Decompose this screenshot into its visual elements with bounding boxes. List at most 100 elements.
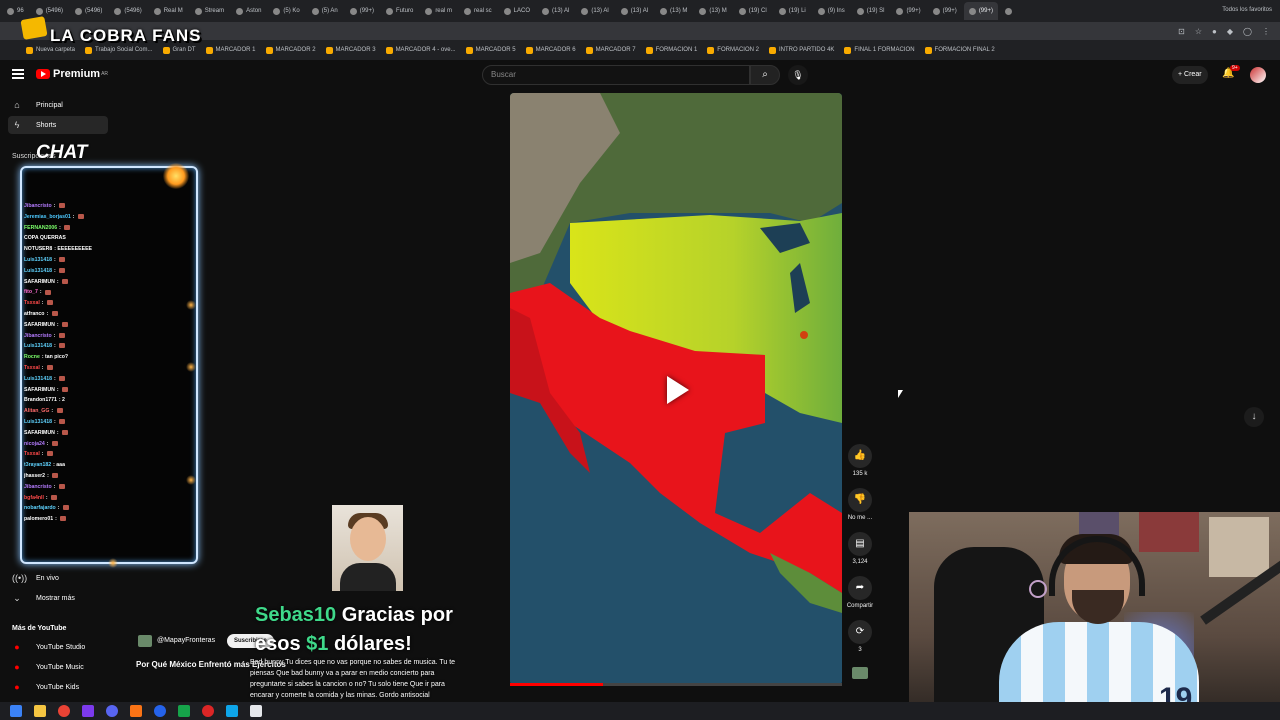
browser-tab[interactable]: (5496): [70, 2, 107, 20]
bookmark-item[interactable]: Trabajo Social Com...: [85, 46, 153, 54]
browser-tab[interactable]: real sc: [459, 2, 497, 20]
browser-tab[interactable]: Futuro: [381, 2, 418, 20]
browser-tab[interactable]: (99+): [891, 2, 925, 20]
all-bookmarks[interactable]: Todos los favoritos: [1222, 0, 1272, 20]
app-icon[interactable]: [250, 705, 262, 717]
tab-favicon-icon: [968, 7, 976, 15]
browser-tab[interactable]: Stream: [190, 2, 229, 20]
browser-tab[interactable]: (9) Ins: [813, 2, 850, 20]
browser-tab[interactable]: 96: [2, 2, 29, 20]
sound-thumbnail[interactable]: [845, 667, 875, 679]
browser-tab[interactable]: (19) Cl: [734, 2, 772, 20]
chat-username: Luis131418: [24, 375, 52, 382]
share-button[interactable]: ➦ Compartir: [845, 576, 875, 609]
menu-dots-icon[interactable]: ⋮: [1262, 27, 1270, 36]
tab-label: (9) Ins: [827, 8, 845, 14]
browser-tab[interactable]: (13) M: [694, 2, 731, 20]
sidebar-item-music[interactable]: ● YouTube Music: [8, 658, 108, 676]
sidebar-item-studio[interactable]: ● YouTube Studio: [8, 638, 108, 656]
search-input[interactable]: Buscar: [482, 65, 750, 85]
bookmark-item[interactable]: FINAL 1 FORMACION: [844, 46, 915, 54]
like-button[interactable]: 👍 135 k: [845, 444, 875, 477]
chrome-icon[interactable]: [58, 705, 70, 717]
dislike-button[interactable]: 👎 No me ...: [845, 488, 875, 521]
puzzle-icon[interactable]: ◆: [1227, 27, 1233, 36]
bookmark-item[interactable]: FORMACION 1: [645, 46, 697, 54]
tab-label: (13) Al: [630, 8, 649, 14]
browser-tab[interactable]: (99+): [963, 2, 998, 20]
app-icon[interactable]: [130, 705, 142, 717]
youtube-logo[interactable]: Premium AR: [36, 68, 108, 80]
app-icon[interactable]: [154, 705, 166, 717]
browser-tab[interactable]: real m: [420, 2, 457, 20]
youtube-music-icon: ●: [14, 662, 20, 672]
discord-icon[interactable]: [106, 705, 118, 717]
browser-tab[interactable]: (13) M: [655, 2, 692, 20]
bookmark-item[interactable]: FORMACION FINAL 2: [924, 46, 995, 54]
sidebar-item-live[interactable]: ((•)) En vivo: [8, 569, 108, 587]
sidebar-show-more[interactable]: ⌄ Mostrar más: [8, 589, 108, 607]
sidebar-item-shorts[interactable]: ϟ Shorts: [8, 116, 108, 134]
sidebar-item-label: Mostrar más: [36, 594, 75, 602]
chat-separator: :: [56, 278, 61, 285]
browser-tab[interactable]: (13) Al: [616, 2, 653, 20]
browser-tab[interactable]: (99+): [345, 2, 379, 20]
avatar[interactable]: [1250, 67, 1266, 83]
bookmark-item[interactable]: MARCADOR 5: [465, 46, 516, 54]
bookmark-item[interactable]: INTRO PARTIDO 4K: [768, 46, 834, 54]
browser-tab[interactable]: [1000, 2, 1020, 20]
chat-message: Tsxxal:: [24, 298, 194, 309]
browser-tab[interactable]: (19) Li: [774, 2, 811, 20]
comments-button[interactable]: ▤ 3,124: [845, 532, 875, 565]
browser-tab[interactable]: Aston: [231, 2, 266, 20]
bookmark-item[interactable]: Nueva carpeta: [26, 46, 75, 54]
arrow-down-icon[interactable]: ↓: [1244, 407, 1264, 427]
browser-tab[interactable]: LACO: [499, 2, 535, 20]
browser-tab[interactable]: (13) Al: [576, 2, 613, 20]
sidebar-item-home[interactable]: ⌂ Principal: [8, 96, 108, 114]
mic-icon[interactable]: 🎙: [788, 65, 808, 85]
app-icon[interactable]: [226, 705, 238, 717]
browser-tab[interactable]: (5) Ko: [268, 2, 304, 20]
obs-icon[interactable]: [202, 705, 214, 717]
browser-tab[interactable]: (5496): [109, 2, 146, 20]
bookmark-item[interactable]: MARCADOR 4 - ove...: [385, 46, 456, 54]
channel-name[interactable]: @MapayFronteras: [157, 637, 215, 644]
start-icon[interactable]: [10, 705, 22, 717]
browser-tab[interactable]: (19) Sl: [852, 2, 890, 20]
video-progress-bar[interactable]: [510, 683, 842, 686]
channel-avatar[interactable]: [138, 635, 152, 647]
app-icon[interactable]: [178, 705, 190, 717]
bookmark-item[interactable]: MARCADOR 6: [525, 46, 576, 54]
profile-icon[interactable]: ◯: [1243, 27, 1252, 36]
extension-icon[interactable]: ●: [1212, 27, 1217, 36]
app-icon[interactable]: [82, 705, 94, 717]
browser-tab[interactable]: (99+): [928, 2, 962, 20]
bookmark-item[interactable]: MARCADOR 2: [265, 46, 316, 54]
remix-button[interactable]: ⟳ 3: [845, 620, 875, 653]
chat-username: Alitan_GG: [24, 408, 50, 415]
bookmark-item[interactable]: Gran DT: [162, 46, 196, 54]
bookmark-star-icon[interactable]: ☆: [1195, 27, 1202, 36]
folder-icon[interactable]: [34, 705, 46, 717]
bookmark-item[interactable]: MARCADOR 7: [585, 46, 636, 54]
create-button[interactable]: + Crear: [1172, 66, 1208, 84]
sidebar-item-kids[interactable]: ● YouTube Kids: [8, 678, 108, 696]
tab-label: (5496): [85, 8, 103, 14]
bookmark-item[interactable]: MARCADOR 3: [325, 46, 376, 54]
play-icon[interactable]: [667, 376, 689, 404]
chat-separator: :: [47, 472, 51, 479]
menu-icon[interactable]: [12, 69, 24, 79]
translate-icon[interactable]: ⊡: [1178, 27, 1185, 36]
bookmark-item[interactable]: FORMACION 2: [707, 46, 759, 54]
chat-message: SAFARIMUN:: [24, 385, 194, 396]
browser-tab[interactable]: (5) An: [307, 2, 343, 20]
browser-tab[interactable]: (13) Al: [537, 2, 574, 20]
chat-message: FERNAN2006:: [24, 223, 194, 234]
browser-tab[interactable]: Real M: [149, 2, 188, 20]
bookmark-item[interactable]: MARCADOR 1: [205, 46, 256, 54]
search-icon[interactable]: ⌕: [750, 65, 780, 85]
chat-separator: :: [53, 418, 58, 425]
donation-text-b: dólares!: [328, 633, 412, 655]
donor-webcam-image: [332, 505, 403, 591]
